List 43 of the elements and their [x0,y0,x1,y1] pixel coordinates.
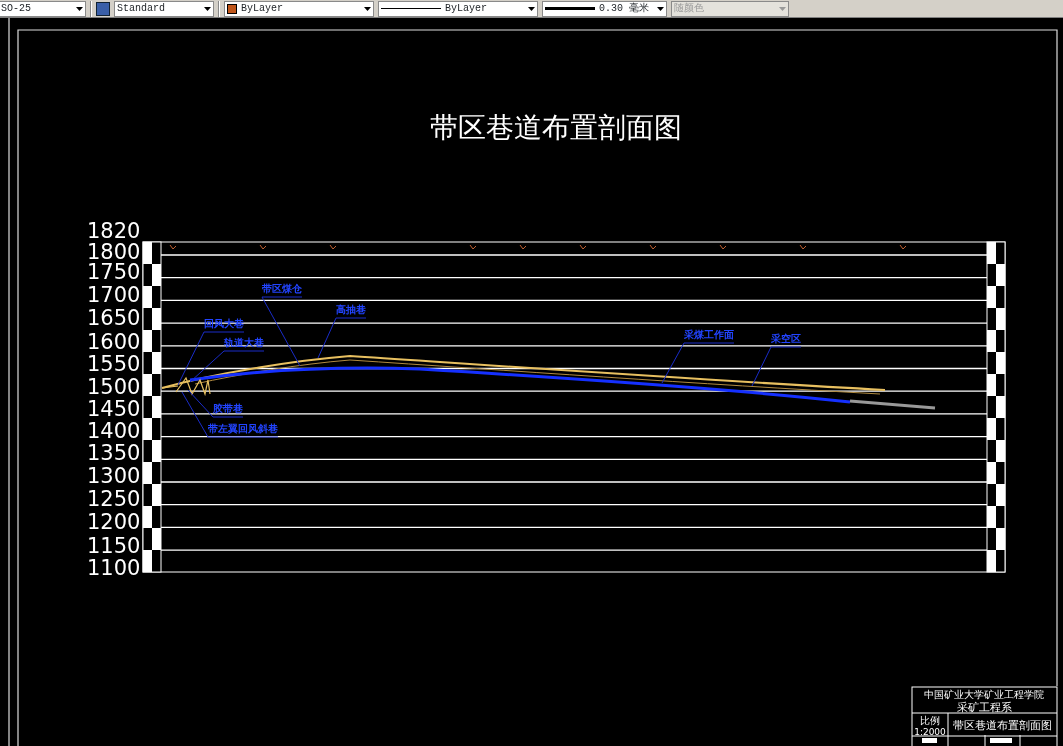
dimension-style-dropdown[interactable]: SO-25 [0,0,86,17]
elevation-label: 1150 [87,534,141,558]
annotation-label: 高抽巷 [336,304,366,315]
text-style-dropdown[interactable]: Standard [114,0,214,17]
caret-icon [76,6,83,11]
line-sample-icon [545,7,595,10]
linetype-dropdown[interactable]: ByLayer [378,0,538,17]
scale-label: 比例 [920,715,940,726]
drawing-title: 带区巷道布置剖面图 [430,111,682,144]
leader-line [751,346,802,387]
elevation-label: 1650 [87,306,141,330]
color-swatch [227,3,237,14]
school-name: 中国矿业大学矿业工程学院 [924,689,1044,700]
elevation-label: 1550 [87,352,141,376]
leader-line [317,317,367,359]
line-sample-icon [381,8,441,9]
text-style-icon[interactable] [96,1,110,16]
caret-icon [779,6,786,11]
annotation-label: 胶带巷 [213,403,243,414]
color-dropdown[interactable]: ByLayer [224,0,374,17]
elevation-label: 1200 [87,510,141,534]
elevation-label: 1600 [87,330,141,354]
elevation-label: 1300 [87,464,141,488]
elevation-label: 1450 [87,397,141,421]
elevation-label: 1250 [87,487,141,511]
elevation-label: 1350 [87,441,141,465]
lineweight-dropdown[interactable]: 0.30 毫米 [542,0,667,17]
scale-value: 1:2000 [914,727,946,737]
annotation-label: 带区煤仓 [262,283,302,294]
caret-icon [657,6,664,11]
elevation-label: 1820 [87,219,141,243]
caret-icon [364,6,371,11]
elevation-label: 1100 [87,556,141,580]
annotation-label: 采空区 [771,333,801,344]
caret-icon [204,6,211,11]
annotation-label: 采煤工作面 [684,329,734,340]
elevation-label: 1500 [87,375,141,399]
elevation-label: 1700 [87,283,141,307]
annotation-label: 带左翼回风斜巷 [208,423,278,434]
drawing-name: 带区巷道布置剖面图 [952,719,1052,732]
department-name: 采矿工程系 [956,701,1012,714]
elevation-label: 1400 [87,419,141,443]
caret-icon [528,6,535,11]
